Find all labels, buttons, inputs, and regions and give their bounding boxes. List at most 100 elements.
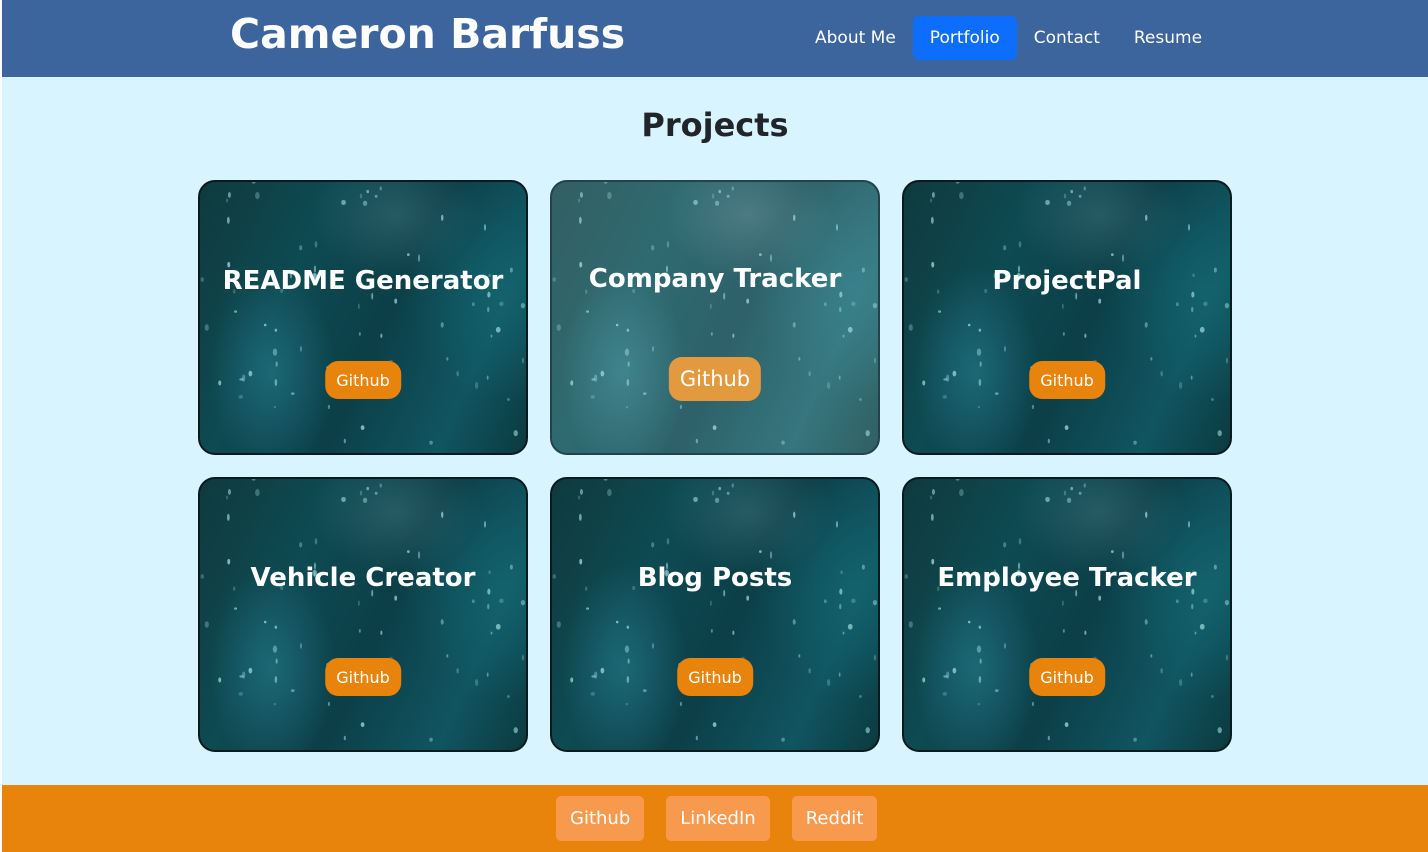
footer-link-reddit[interactable]: Reddit: [791, 796, 878, 841]
rain-drop: [1070, 486, 1074, 491]
rain-drop: [234, 310, 238, 313]
site-title[interactable]: Cameron Barfuss: [230, 10, 625, 58]
rain-drop: [1045, 199, 1050, 205]
rain-drop: [275, 361, 278, 367]
main-nav: About Me Portfolio Contact Resume: [798, 16, 1219, 60]
rain-drop: [626, 625, 630, 629]
nav-link-about-me[interactable]: About Me: [798, 16, 913, 60]
rain-drop: [227, 488, 231, 495]
rain-drop: [627, 658, 630, 664]
rain-drop: [600, 667, 605, 674]
rain-drop: [241, 374, 246, 382]
rain-drop: [826, 678, 831, 687]
rain-drop: [362, 200, 368, 206]
rain-drop: [922, 380, 926, 386]
rain-drop: [908, 324, 913, 331]
project-github-button[interactable]: Github: [325, 658, 401, 696]
rain-drop: [273, 405, 276, 409]
rain-drop: [865, 727, 870, 734]
rain-drop: [1225, 357, 1228, 364]
project-github-button[interactable]: Github: [1029, 658, 1105, 696]
rain-drop: [218, 677, 222, 683]
rain-drop: [994, 392, 999, 396]
project-card-vehicle-creator[interactable]: Vehicle Creator Github: [198, 477, 528, 752]
rain-drop: [1070, 189, 1074, 194]
rain-drop: [343, 438, 346, 444]
rain-drop: [1063, 193, 1067, 199]
rain-drop: [726, 491, 730, 495]
rain-drop: [417, 551, 421, 559]
rain-drop: [1191, 603, 1194, 610]
rain-drop: [873, 357, 876, 364]
nav-link-contact[interactable]: Contact: [1017, 16, 1117, 60]
rain-drop: [380, 630, 383, 635]
site-footer: Github LinkedIn Reddit: [2, 785, 1428, 852]
rain-drop: [274, 625, 278, 629]
project-github-button[interactable]: Github: [668, 357, 762, 401]
rain-drop: [781, 737, 785, 742]
rain-drop: [359, 193, 363, 199]
project-card-projectpal[interactable]: ProjectPal Github: [902, 180, 1232, 455]
project-title: Company Tracker: [588, 264, 842, 294]
project-github-button[interactable]: Github: [1029, 361, 1105, 399]
rain-drop: [299, 245, 303, 251]
project-card-company-tracker[interactable]: Company Tracker Github: [550, 180, 880, 455]
project-card-readme-generator[interactable]: README Generator Github: [198, 180, 528, 455]
rain-drop: [839, 603, 842, 610]
footer-link-linkedin[interactable]: LinkedIn: [666, 796, 770, 841]
rain-drop: [938, 310, 942, 313]
rain-drop: [1203, 598, 1208, 604]
rain-drop: [955, 182, 960, 184]
project-card-employee-tracker[interactable]: Employee Tracker Github: [902, 477, 1232, 752]
rain-drop: [930, 513, 934, 521]
rain-drop: [429, 440, 433, 445]
rain-drop: [1191, 306, 1194, 313]
card-background-image: [200, 479, 526, 742]
rain-drop: [858, 695, 862, 698]
rain-drop: [615, 323, 619, 327]
project-card-blog-posts[interactable]: Blog Posts Github: [550, 477, 880, 752]
rain-drop: [808, 668, 811, 674]
nav-link-portfolio[interactable]: Portfolio: [912, 16, 1017, 60]
rain-drop: [746, 595, 750, 601]
rain-drop: [520, 600, 526, 606]
rain-drop: [484, 520, 486, 528]
project-github-button[interactable]: Github: [325, 361, 401, 399]
rain-drop: [930, 216, 934, 224]
rain-drop: [967, 620, 971, 624]
rain-drop: [274, 378, 278, 387]
rain-drop: [521, 357, 524, 364]
rain-drop: [341, 199, 346, 205]
rain-drop: [379, 186, 383, 191]
rain-drop: [967, 323, 971, 327]
rain-drop: [836, 520, 838, 528]
rain-drop: [406, 253, 410, 257]
rain-drop: [362, 497, 368, 503]
rain-drop: [394, 595, 398, 601]
rain-drop: [978, 625, 982, 629]
rain-drop: [625, 405, 628, 409]
rain-drop: [758, 253, 762, 257]
card-background-image: [904, 479, 1230, 742]
rain-drop: [626, 378, 630, 387]
rain-drop: [226, 216, 230, 224]
rain-drop: [798, 654, 801, 658]
rain-drop: [929, 495, 933, 500]
nav-link-resume[interactable]: Resume: [1117, 16, 1219, 60]
rain-drop: [731, 186, 735, 191]
project-github-button[interactable]: Github: [677, 658, 753, 696]
rain-drop: [556, 621, 561, 628]
rain-drop: [1178, 678, 1183, 687]
rain-drop: [1188, 223, 1190, 231]
rain-drop: [593, 671, 598, 679]
rain-drop: [712, 425, 717, 431]
rain-drop: [263, 620, 267, 624]
rain-drop: [358, 332, 361, 336]
rain-drop: [1110, 550, 1114, 554]
project-title: Employee Tracker: [937, 563, 1197, 593]
rain-drop: [1084, 333, 1087, 338]
rain-drop: [255, 488, 260, 497]
footer-link-github[interactable]: Github: [556, 796, 645, 841]
rain-drop: [255, 191, 260, 200]
rain-drop: [327, 404, 331, 410]
